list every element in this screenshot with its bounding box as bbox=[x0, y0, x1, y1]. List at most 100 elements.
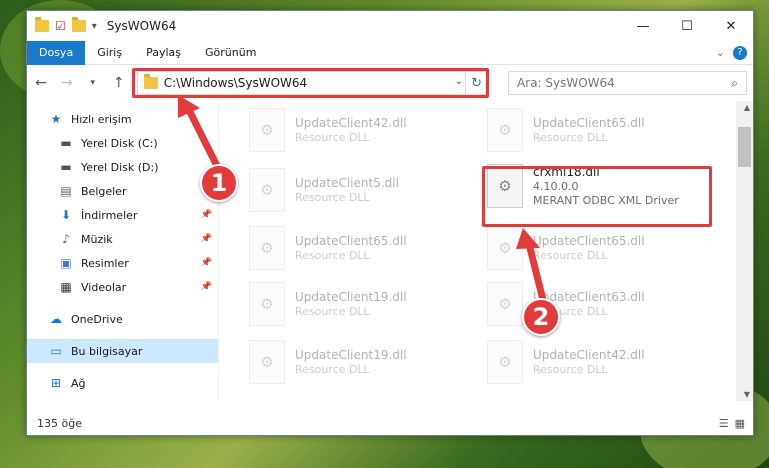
sidebar-item-onedrive[interactable]: ☁ OneDrive bbox=[27, 307, 218, 331]
step-badge-2: 2 bbox=[522, 298, 560, 336]
list-item[interactable]: ⚙ UpdateClient65.dll Resource DLL bbox=[487, 219, 702, 277]
navigation-pane: ★ Hızlı erişim ▬ Yerel Disk (C:) ▬ Yerel… bbox=[27, 101, 219, 401]
sidebar-item-label: Ağ bbox=[71, 376, 86, 390]
file-description: Resource DLL bbox=[295, 191, 370, 204]
file-name: UpdateClient65.dll bbox=[295, 234, 407, 248]
sidebar-item-label: Resimler bbox=[81, 256, 129, 270]
maximize-button[interactable]: ☐ bbox=[665, 11, 709, 41]
status-bar: 135 öğe ☰ ▦ bbox=[27, 411, 753, 435]
expand-ribbon-icon[interactable]: ⌄ bbox=[716, 46, 725, 59]
pin-icon[interactable]: 📌 bbox=[201, 234, 212, 244]
file-description: Resource DLL bbox=[533, 249, 608, 262]
computer-icon: ▭ bbox=[50, 344, 62, 358]
sidebar-item-label: Yerel Disk (D:) bbox=[81, 160, 159, 174]
file-name: UpdateClient19.dll bbox=[295, 348, 407, 362]
window-title: SysWOW64 bbox=[106, 19, 177, 33]
sidebar-item-music[interactable]: ♪ Müzik 📌 bbox=[27, 227, 218, 251]
recent-locations-icon[interactable]: ▾ bbox=[85, 78, 101, 88]
music-icon: ♪ bbox=[62, 232, 70, 246]
sidebar-item-label: Müzik bbox=[81, 232, 113, 246]
download-icon: ⬇ bbox=[60, 208, 72, 222]
quick-access-toolbar: ☑ ▾ bbox=[35, 17, 97, 33]
file-description: Resource DLL bbox=[295, 305, 370, 318]
scrollbar-thumb[interactable] bbox=[738, 127, 751, 167]
dll-file-icon: ⚙ bbox=[249, 282, 285, 326]
cloud-icon: ☁ bbox=[50, 312, 62, 326]
ribbon-tabs: Dosya Giriş Paylaş Görünüm ⌄ ? bbox=[27, 40, 753, 65]
minimize-button[interactable]: — bbox=[621, 11, 665, 41]
close-button[interactable]: ✕ bbox=[709, 11, 753, 41]
file-description: Resource DLL bbox=[295, 249, 370, 262]
file-name: UpdateClient19.dll bbox=[295, 290, 407, 304]
address-highlight bbox=[132, 68, 489, 98]
list-item[interactable]: ⚙ UpdateClient63.dll Resource DLL bbox=[487, 275, 702, 333]
list-item[interactable]: ⚙ UpdateClient65.dll Resource DLL bbox=[249, 219, 464, 277]
pin-icon[interactable]: 📌 bbox=[201, 258, 212, 268]
list-item[interactable]: ⚙ UpdateClient42.dll Resource DLL bbox=[487, 333, 702, 391]
file-highlight bbox=[482, 166, 712, 227]
list-item[interactable]: ⚙ UpdateClient5.dll Resource DLL bbox=[249, 161, 464, 219]
sidebar-item-this-pc[interactable]: ▭ Bu bilgisayar bbox=[27, 339, 218, 363]
file-name: UpdateClient42.dll bbox=[295, 116, 407, 130]
pin-icon[interactable]: 📌 bbox=[201, 282, 212, 292]
dll-file-icon: ⚙ bbox=[249, 340, 285, 384]
properties-icon[interactable]: ☑ bbox=[55, 19, 66, 33]
file-description: Resource DLL bbox=[533, 131, 608, 144]
sidebar-item-documents[interactable]: ▤ Belgeler bbox=[27, 179, 218, 203]
folder-icon bbox=[35, 17, 49, 32]
list-item[interactable]: ⚙ UpdateClient19.dll Resource DLL bbox=[249, 275, 464, 333]
customize-toolbar-icon[interactable]: ▾ bbox=[92, 21, 97, 32]
pin-icon[interactable]: 📌 bbox=[201, 210, 212, 220]
dll-file-icon: ⚙ bbox=[487, 226, 523, 270]
file-description: Resource DLL bbox=[295, 131, 370, 144]
file-name: UpdateClient42.dll bbox=[533, 348, 645, 362]
sidebar-item-pictures[interactable]: ▣ Resimler 📌 bbox=[27, 251, 218, 275]
back-button[interactable]: ← bbox=[33, 75, 49, 91]
file-name: UpdateClient65.dll bbox=[533, 234, 645, 248]
tab-view[interactable]: Görünüm bbox=[193, 41, 268, 65]
sidebar-item-downloads[interactable]: ⬇ İndirmeler 📌 bbox=[27, 203, 218, 227]
forward-button[interactable]: → bbox=[59, 75, 75, 91]
list-item[interactable]: ⚙ UpdateClient42.dll Resource DLL bbox=[249, 101, 464, 159]
sidebar-item-network[interactable]: ⊞ Ağ bbox=[27, 371, 218, 395]
tab-file[interactable]: Dosya bbox=[27, 40, 86, 65]
up-button[interactable]: ↑ bbox=[111, 75, 127, 91]
file-name: UpdateClient5.dll bbox=[295, 176, 399, 190]
search-placeholder: Ara: SysWOW64 bbox=[517, 76, 615, 90]
drive-icon: ▬ bbox=[60, 136, 72, 150]
title-bar: ☑ ▾ SysWOW64 — ☐ ✕ bbox=[27, 11, 753, 41]
sidebar-item-label: Hızlı erişim bbox=[71, 112, 132, 126]
video-icon: ▦ bbox=[60, 280, 72, 294]
network-icon: ⊞ bbox=[50, 376, 62, 390]
tab-share[interactable]: Paylaş bbox=[134, 41, 193, 65]
tab-home[interactable]: Giriş bbox=[85, 41, 134, 65]
step-badge-1: 1 bbox=[200, 164, 238, 202]
help-icon[interactable]: ? bbox=[733, 45, 747, 60]
dll-file-icon: ⚙ bbox=[249, 168, 285, 212]
sidebar-item-label: Yerel Disk (C:) bbox=[81, 136, 158, 150]
sidebar-item-label: Bu bilgisayar bbox=[71, 344, 143, 358]
documents-icon: ▤ bbox=[60, 184, 72, 198]
sidebar-item-label: Belgeler bbox=[81, 184, 127, 198]
scroll-down-icon[interactable]: ▼ bbox=[744, 390, 750, 399]
sidebar-item-disk-c[interactable]: ▬ Yerel Disk (C:) bbox=[27, 131, 218, 155]
scroll-up-icon[interactable]: ▲ bbox=[744, 103, 750, 112]
sidebar-item-label: Videolar bbox=[81, 280, 127, 294]
vertical-scrollbar[interactable]: ▲ ▼ bbox=[736, 101, 753, 401]
star-icon: ★ bbox=[50, 112, 62, 126]
sidebar-item-videos[interactable]: ▦ Videolar 📌 bbox=[27, 275, 218, 299]
details-view-icon[interactable]: ☰ bbox=[719, 417, 729, 430]
list-item[interactable]: ⚙ UpdateClient65.dll Resource DLL bbox=[487, 101, 702, 159]
new-folder-icon[interactable] bbox=[71, 17, 86, 32]
drive-icon: ▬ bbox=[60, 160, 72, 174]
dll-file-icon: ⚙ bbox=[487, 108, 523, 152]
file-description: Resource DLL bbox=[295, 363, 370, 376]
large-icons-view-icon[interactable]: ▦ bbox=[735, 417, 745, 430]
file-name: UpdateClient65.dll bbox=[533, 116, 645, 130]
sidebar-item-label: İndirmeler bbox=[81, 208, 138, 222]
dll-file-icon: ⚙ bbox=[249, 108, 285, 152]
sidebar-item-quick-access[interactable]: ★ Hızlı erişim bbox=[27, 107, 218, 131]
list-item[interactable]: ⚙ UpdateClient19.dll Resource DLL bbox=[249, 333, 464, 391]
sidebar-item-disk-d[interactable]: ▬ Yerel Disk (D:) bbox=[27, 155, 218, 179]
search-input[interactable]: Ara: SysWOW64 ⌕ bbox=[508, 71, 747, 95]
